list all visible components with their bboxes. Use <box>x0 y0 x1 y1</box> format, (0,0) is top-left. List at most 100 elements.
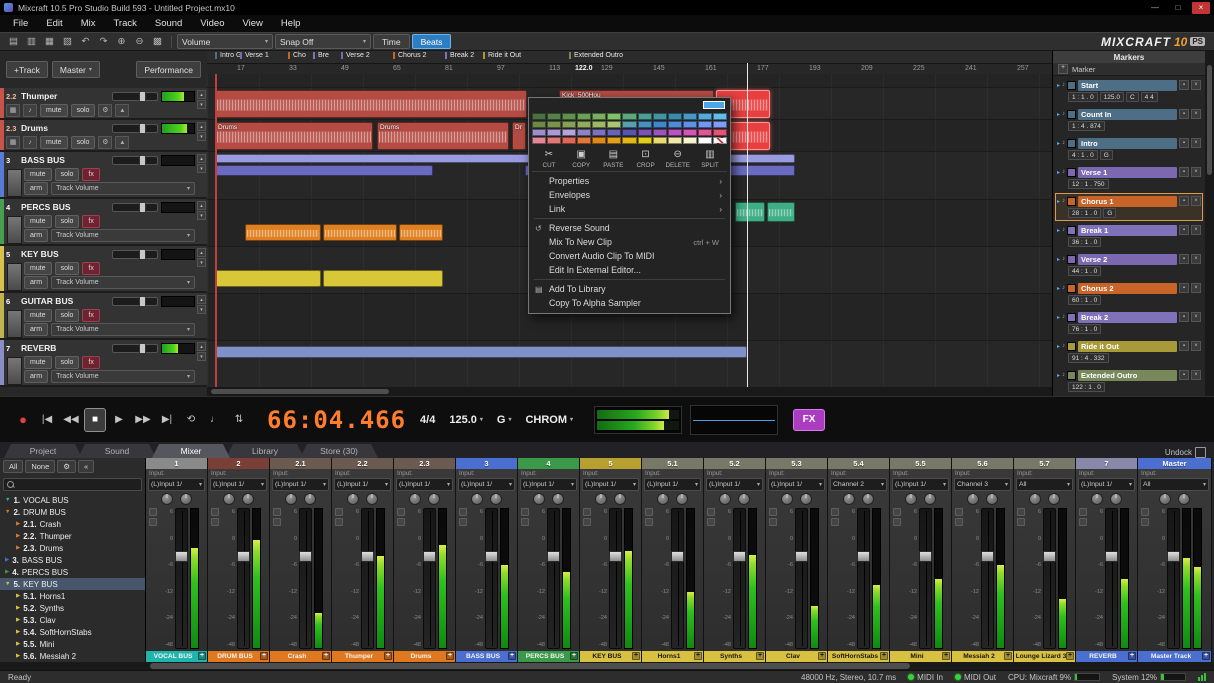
channel-number[interactable]: 2.1 <box>270 458 331 469</box>
channel-mini-button[interactable] <box>955 508 963 516</box>
marker-row[interactable]: ▸♪Ride it Out▪×91 : 4 . 332 <box>1055 338 1203 366</box>
marker-play-icon[interactable]: ▸ <box>1057 198 1060 205</box>
section-marker-label[interactable]: Ride it Out <box>483 52 521 59</box>
marker-delete-button[interactable]: × <box>1191 196 1201 206</box>
mixer-tree-item[interactable]: ▶5.3.Clav <box>0 614 145 626</box>
marker-edit-button[interactable]: ▪ <box>1179 138 1189 148</box>
fader-handle[interactable] <box>733 551 746 562</box>
channel-mini-button[interactable] <box>1141 518 1149 526</box>
undo-icon[interactable]: ↶ <box>77 34 94 49</box>
color-swatch[interactable] <box>622 121 636 128</box>
volume-fader[interactable] <box>609 508 622 649</box>
marker-color-chip[interactable] <box>1067 342 1076 351</box>
pan-knob[interactable] <box>905 493 917 505</box>
marker-play-icon[interactable]: ▸ <box>1057 227 1060 234</box>
channel-mini-button[interactable] <box>335 508 343 516</box>
section-marker-bar[interactable]: Intro GVerse 1ChoBreVerse 2Chorus 2Break… <box>207 51 1052 64</box>
add-effect-button[interactable]: + <box>570 652 578 660</box>
send-knob[interactable] <box>552 493 564 505</box>
marker-play-icon[interactable]: ▸ <box>1057 256 1060 263</box>
marker-color-chip[interactable] <box>1067 226 1076 235</box>
time-display[interactable]: 66:04.466 <box>267 406 406 434</box>
fader-handle[interactable] <box>139 123 146 134</box>
channel-mini-button[interactable] <box>831 518 839 526</box>
channel-mini-button[interactable] <box>1017 518 1025 526</box>
fader-handle[interactable] <box>237 551 250 562</box>
color-swatch[interactable] <box>592 121 606 128</box>
marker-key-value[interactable]: C <box>1126 92 1139 102</box>
channel-number[interactable]: 2.2 <box>332 458 393 469</box>
arm-button[interactable]: arm <box>24 323 48 336</box>
channel-name-label[interactable]: Thumper+ <box>332 651 393 662</box>
color-swatch[interactable] <box>532 137 546 144</box>
marker-edit-button[interactable]: ▪ <box>1179 283 1189 293</box>
color-swatch[interactable] <box>562 121 576 128</box>
arm-button[interactable]: arm <box>24 182 48 195</box>
tree-arrow-icon[interactable]: ▶ <box>5 557 9 563</box>
send-knob[interactable] <box>614 493 626 505</box>
volume-fader[interactable] <box>299 508 312 649</box>
channel-input-dropdown[interactable]: Channel 3▾ <box>954 478 1011 491</box>
track-volume-dropdown[interactable]: Track Volume▾ <box>51 229 195 242</box>
color-swatch[interactable] <box>683 129 697 136</box>
color-swatch[interactable] <box>698 113 712 120</box>
marker-play-icon[interactable]: ▸ <box>1057 314 1060 321</box>
add-effect-button[interactable]: + <box>880 652 888 660</box>
marker-position-value[interactable]: 12 : 1 . 750 <box>1068 179 1109 189</box>
context-menu-item[interactable]: Properties› <box>532 174 727 188</box>
tempo-display[interactable]: 125.0 ▾ <box>449 414 483 426</box>
menu-item-track[interactable]: Track <box>104 15 145 32</box>
section-marker-label[interactable]: Intro G <box>215 52 241 59</box>
marker-delete-button[interactable]: × <box>1191 341 1201 351</box>
track-header[interactable]: 4PERCS BUSmutesolofxarmTrack Volume▾▴▾ <box>0 199 207 246</box>
volume-fader[interactable] <box>919 508 932 649</box>
channel-number[interactable]: 5.1 <box>642 458 703 469</box>
channel-number[interactable]: 2.3 <box>394 458 455 469</box>
solo-button[interactable]: solo <box>71 104 96 117</box>
color-swatch[interactable] <box>653 129 667 136</box>
channel-number[interactable]: 1 <box>146 458 207 469</box>
open-project-icon[interactable]: ▥ <box>23 34 40 49</box>
clip-grid-icon[interactable]: ▦ <box>6 104 20 117</box>
redo-icon[interactable]: ↷ <box>95 34 112 49</box>
marker-row[interactable]: ▸♪Verse 1▪×12 : 1 . 750 <box>1055 164 1203 192</box>
marker-play-icon[interactable]: ▸ <box>1057 82 1060 89</box>
send-knob[interactable] <box>242 493 254 505</box>
monitor-icon[interactable]: ♪ <box>23 136 37 149</box>
volume-fader[interactable] <box>795 508 808 649</box>
marker-delete-button[interactable]: × <box>1191 370 1201 380</box>
color-swatch[interactable] <box>592 129 606 136</box>
channel-mini-button[interactable] <box>1079 508 1087 516</box>
marker-position-value[interactable]: 1 : 1 . 0 <box>1068 92 1098 102</box>
gear-icon[interactable]: ⚙ <box>57 460 76 473</box>
marker-row[interactable]: ▸♪Start▪×1 : 1 . 0125.0C4 4 <box>1055 77 1203 105</box>
channel-input-dropdown[interactable]: (L)Input 1/▾ <box>1078 478 1135 491</box>
color-swatch[interactable] <box>622 113 636 120</box>
channel-name-label[interactable]: REVERB+ <box>1076 651 1137 662</box>
send-knob[interactable] <box>1178 493 1190 505</box>
tab-library[interactable]: Library <box>226 444 304 458</box>
marker-position-value[interactable]: 122 : 1 . 0 <box>1068 382 1105 392</box>
mixer-tree-item[interactable]: ▼5.KEY BUS <box>0 578 145 590</box>
channel-input-dropdown[interactable]: (L)Input 1/▾ <box>768 478 825 491</box>
volume-fader[interactable] <box>981 508 994 649</box>
play-button[interactable]: ▶ <box>108 408 130 432</box>
mixer-tree-item[interactable]: ▶4.PERCS BUS <box>0 566 145 578</box>
marker-position-value[interactable]: 36 : 1 . 0 <box>1068 237 1101 247</box>
track-resize-icon[interactable]: ▴ <box>197 90 206 99</box>
fx-button[interactable]: fx <box>82 215 99 228</box>
channel-input-dropdown[interactable]: All▾ <box>1140 478 1209 491</box>
channel-mini-button[interactable] <box>459 508 467 516</box>
color-swatch[interactable] <box>532 113 546 120</box>
mute-button[interactable]: mute <box>24 356 52 369</box>
master-fx-button[interactable]: FX <box>793 409 825 431</box>
color-swatch[interactable] <box>653 113 667 120</box>
channel-name-label[interactable]: DRUM BUS+ <box>208 651 269 662</box>
color-swatch[interactable] <box>562 113 576 120</box>
track-volume-dropdown[interactable]: Track Volume▾ <box>51 370 195 383</box>
track-volume-fader[interactable] <box>112 92 158 101</box>
pan-knob[interactable] <box>347 493 359 505</box>
scrollbar-thumb[interactable] <box>211 389 389 394</box>
audio-settings-status[interactable]: 48000 Hz, Stereo, 10.7 ms <box>801 673 896 682</box>
channel-input-dropdown[interactable]: (L)Input 1/▾ <box>272 478 329 491</box>
